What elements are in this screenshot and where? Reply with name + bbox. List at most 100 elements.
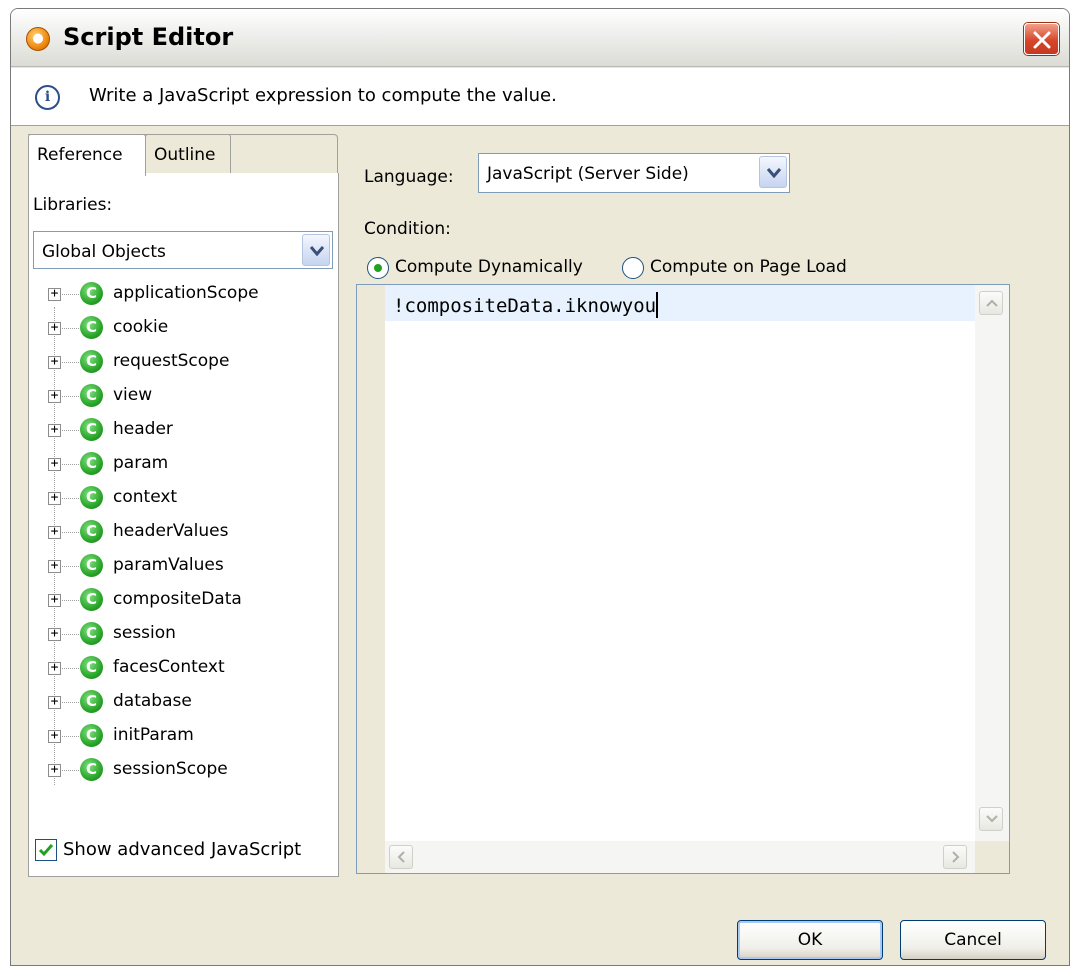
radio-compute-on-page-load-label[interactable]: Compute on Page Load xyxy=(650,257,847,277)
chevron-down-icon xyxy=(986,815,998,823)
expand-icon[interactable]: + xyxy=(48,695,61,709)
tree-item[interactable]: + CinitParam xyxy=(47,719,327,753)
vertical-scrollbar[interactable] xyxy=(975,285,1009,841)
tab-reference[interactable]: Reference xyxy=(28,134,146,176)
app-icon: ● xyxy=(26,27,50,51)
tree-item[interactable]: + CapplicationScope xyxy=(47,277,327,311)
scroll-up-button[interactable] xyxy=(979,291,1003,315)
tab-outline-label: Outline xyxy=(154,145,216,165)
tree-item-label: context xyxy=(113,487,178,507)
tree-item[interactable]: + CparamValues xyxy=(47,549,327,583)
class-icon: C xyxy=(80,418,103,441)
tree-item-label: cookie xyxy=(113,317,169,337)
class-icon: C xyxy=(80,724,103,747)
tree-item[interactable]: + Cheader xyxy=(47,413,327,447)
chevron-right-icon xyxy=(952,851,960,863)
tree-item-label: compositeData xyxy=(113,589,242,609)
tree-item[interactable]: + Cparam xyxy=(47,447,327,481)
tree-item[interactable]: + CheaderValues xyxy=(47,515,327,549)
show-advanced-checkbox[interactable] xyxy=(35,839,57,861)
class-icon: C xyxy=(80,350,103,373)
expand-icon[interactable]: + xyxy=(48,729,61,743)
ok-button[interactable]: OK xyxy=(737,920,883,960)
class-icon: C xyxy=(80,622,103,645)
tab-outline[interactable]: Outline xyxy=(145,134,231,174)
tree-branch-line xyxy=(62,634,79,635)
tree-branch-line xyxy=(62,464,79,465)
expand-icon[interactable]: + xyxy=(48,389,61,403)
expand-icon[interactable]: + xyxy=(48,423,61,437)
condition-label: Condition: xyxy=(364,219,451,239)
radio-compute-on-page-load[interactable] xyxy=(622,257,644,279)
info-icon: i xyxy=(35,85,60,110)
expand-icon[interactable]: + xyxy=(48,491,61,505)
tree-item[interactable]: + Ccontext xyxy=(47,481,327,515)
tree-item[interactable]: + CrequestScope xyxy=(47,345,327,379)
title-bar[interactable]: ● Script Editor xyxy=(11,9,1069,67)
chevron-up-icon xyxy=(986,299,998,307)
expand-icon[interactable]: + xyxy=(48,321,61,335)
close-button[interactable] xyxy=(1024,23,1059,55)
expand-icon[interactable]: + xyxy=(48,593,61,607)
tree-item-label: header xyxy=(113,419,173,439)
window-title: Script Editor xyxy=(63,23,234,51)
class-icon: C xyxy=(80,758,103,781)
tree-item[interactable]: + Cdatabase xyxy=(47,685,327,719)
class-icon: C xyxy=(80,452,103,475)
expand-icon[interactable]: + xyxy=(48,763,61,777)
tree-item[interactable]: + CsessionScope xyxy=(47,753,327,787)
expand-icon[interactable]: + xyxy=(48,355,61,369)
tree-item-label: initParam xyxy=(113,725,194,745)
horizontal-scrollbar[interactable] xyxy=(385,841,975,873)
tree-branch-line xyxy=(62,566,79,567)
info-bar: i Write a JavaScript expression to compu… xyxy=(11,68,1069,126)
tree-item-label: paramValues xyxy=(113,555,224,575)
scroll-down-button[interactable] xyxy=(979,807,1003,831)
tree-item-label: database xyxy=(113,691,192,711)
tree-branch-line xyxy=(62,294,79,295)
show-advanced-label[interactable]: Show advanced JavaScript xyxy=(63,839,301,860)
cancel-button[interactable]: Cancel xyxy=(900,920,1046,960)
scroll-right-button[interactable] xyxy=(943,845,967,869)
code-editor-area[interactable]: !compositeData.iknowyou xyxy=(385,285,975,841)
expand-icon[interactable]: + xyxy=(48,525,61,539)
tree-branch-line xyxy=(62,328,79,329)
info-message: Write a JavaScript expression to compute… xyxy=(89,85,557,106)
class-icon: C xyxy=(80,520,103,543)
expand-icon[interactable]: + xyxy=(48,287,61,301)
tree-item-label: view xyxy=(113,385,153,405)
expand-icon[interactable]: + xyxy=(48,457,61,471)
tree-item-label: facesContext xyxy=(113,657,225,677)
tree-item[interactable]: + CcompositeData xyxy=(47,583,327,617)
tree-item-label: param xyxy=(113,453,169,473)
tree-item[interactable]: + CfacesContext xyxy=(47,651,327,685)
radio-compute-dynamically[interactable] xyxy=(367,257,389,279)
tree-branch-line xyxy=(62,498,79,499)
scroll-left-button[interactable] xyxy=(389,845,413,869)
tree-branch-line xyxy=(62,770,79,771)
radio-compute-dynamically-label[interactable]: Compute Dynamically xyxy=(395,257,583,277)
tree-item-label: headerValues xyxy=(113,521,229,541)
script-editor: !compositeData.iknowyou xyxy=(356,284,1010,874)
tree-item-label: session xyxy=(113,623,176,643)
libraries-label: Libraries: xyxy=(33,195,113,215)
tree-item[interactable]: + Cview xyxy=(47,379,327,413)
tree-branch-line xyxy=(62,532,79,533)
tree-branch-line xyxy=(62,702,79,703)
expand-icon[interactable]: + xyxy=(48,559,61,573)
tree-item[interactable]: + Csession xyxy=(47,617,327,651)
expand-icon[interactable]: + xyxy=(48,627,61,641)
libraries-dropdown-button[interactable] xyxy=(302,234,330,266)
close-icon xyxy=(1033,31,1051,49)
radio-selected-dot xyxy=(374,264,382,272)
class-icon: C xyxy=(80,282,103,305)
language-select[interactable]: JavaScript (Server Side) xyxy=(478,153,790,193)
expand-icon[interactable]: + xyxy=(48,661,61,675)
tree-branch-line xyxy=(62,362,79,363)
tree-branch-line xyxy=(62,600,79,601)
code-text: !compositeData.iknowyou xyxy=(393,295,657,317)
language-dropdown-button[interactable] xyxy=(759,156,787,188)
chevron-down-icon xyxy=(310,246,324,256)
libraries-select[interactable]: Global Objects xyxy=(33,231,333,269)
tree-item[interactable]: + Ccookie xyxy=(47,311,327,345)
